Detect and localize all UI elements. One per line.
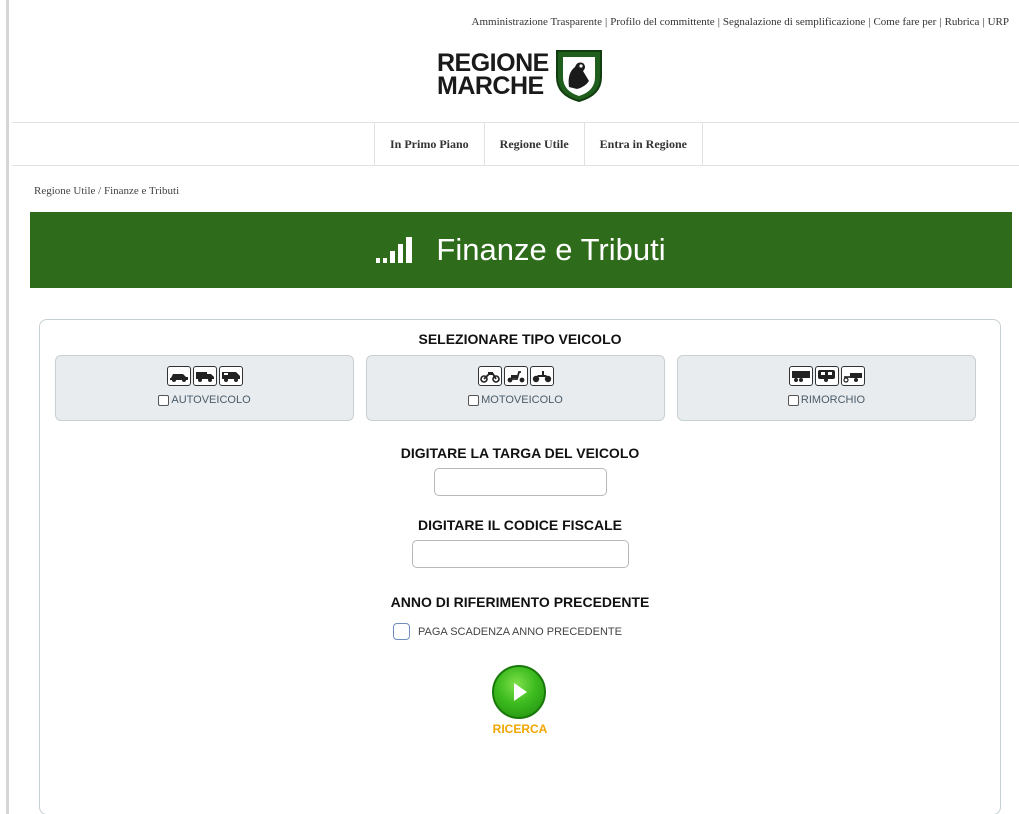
- link-amministrazione-trasparente[interactable]: Amministrazione Trasparente: [472, 16, 602, 28]
- link-segnalazione-semplificazione[interactable]: Segnalazione di semplificazione: [723, 16, 865, 28]
- tax-code-label: DIGITARE IL CODICE FISCALE: [417, 517, 623, 533]
- page-banner: Finanze e Tributi: [30, 212, 1012, 288]
- autoveicolo-label: AUTOVEICOLO: [171, 394, 251, 406]
- scooter-icon: [503, 366, 528, 386]
- motorbike-icon: [477, 366, 502, 386]
- breadcrumb: Regione Utile / Finanze e Tributi: [34, 185, 180, 197]
- caravan-icon: [814, 366, 839, 386]
- page-title: Finanze e Tributi: [436, 232, 666, 267]
- prev-year-title: ANNO DI RIFERIMENTO PRECEDENTE: [390, 594, 650, 610]
- plate-label: DIGITARE LA TARGA DEL VEICOLO: [400, 445, 640, 461]
- nav-entra-in-regione[interactable]: Entra in Regione: [585, 123, 703, 166]
- vehicle-option-autoveicolo[interactable]: AUTOVEICOLO: [55, 355, 354, 421]
- vehicle-type-title: SELEZIONARE TIPO VEICOLO: [418, 331, 622, 347]
- tax-code-input[interactable]: [412, 540, 629, 568]
- vehicle-tax-form: SELEZIONARE TIPO VEICOLO AUTOVEICOLO MOT…: [39, 319, 1001, 814]
- regione-marche-logo[interactable]: REGIONE MARCHE: [437, 44, 609, 106]
- trailer-icon: [788, 366, 813, 386]
- prev-year-option[interactable]: PAGA SCADENZA ANNO PRECEDENTE: [393, 623, 622, 640]
- prev-year-checkbox[interactable]: [393, 623, 410, 640]
- link-rubrica[interactable]: Rubrica: [945, 16, 980, 28]
- autoveicolo-checkbox[interactable]: [158, 394, 170, 406]
- motoveicolo-label: MOTOVEICOLO: [481, 394, 563, 406]
- car-icon: [166, 366, 191, 386]
- logo-text: REGIONE MARCHE: [437, 51, 549, 100]
- quad-icon: [529, 366, 554, 386]
- small-trailer-icon: [840, 366, 865, 386]
- regional-emblem-icon: [555, 50, 602, 103]
- search-button[interactable]: [492, 665, 546, 719]
- play-arrow-icon: [514, 683, 527, 701]
- signal-bars-icon: [376, 237, 413, 263]
- page-left-border: [0, 0, 9, 814]
- logo-line-2: MARCHE: [437, 72, 544, 100]
- search-label[interactable]: RICERCA: [470, 722, 570, 736]
- rimorchio-label: RIMORCHIO: [800, 394, 866, 406]
- nav-regione-utile[interactable]: Regione Utile: [485, 123, 585, 166]
- truck-icon: [192, 366, 217, 386]
- plate-input[interactable]: [434, 468, 607, 496]
- link-urp[interactable]: URP: [988, 16, 1009, 28]
- vehicle-option-motoveicolo[interactable]: MOTOVEICOLO: [366, 355, 665, 421]
- rimorchio-checkbox[interactable]: [787, 394, 799, 406]
- utility-links: Amministrazione Trasparente | Profilo del …: [471, 16, 1009, 28]
- main-nav: In Primo Piano Regione Utile Entra in Re…: [12, 122, 1019, 166]
- vehicle-option-rimorchio[interactable]: RIMORCHIO: [677, 355, 976, 421]
- link-come-fare-per[interactable]: Come fare per: [873, 16, 936, 28]
- link-profilo-committente[interactable]: Profilo del committente: [610, 16, 714, 28]
- motoveicolo-checkbox[interactable]: [468, 394, 480, 406]
- prev-year-checkbox-label: PAGA SCADENZA ANNO PRECEDENTE: [418, 625, 622, 638]
- van-icon: [218, 366, 243, 386]
- nav-in-primo-piano[interactable]: In Primo Piano: [375, 123, 485, 166]
